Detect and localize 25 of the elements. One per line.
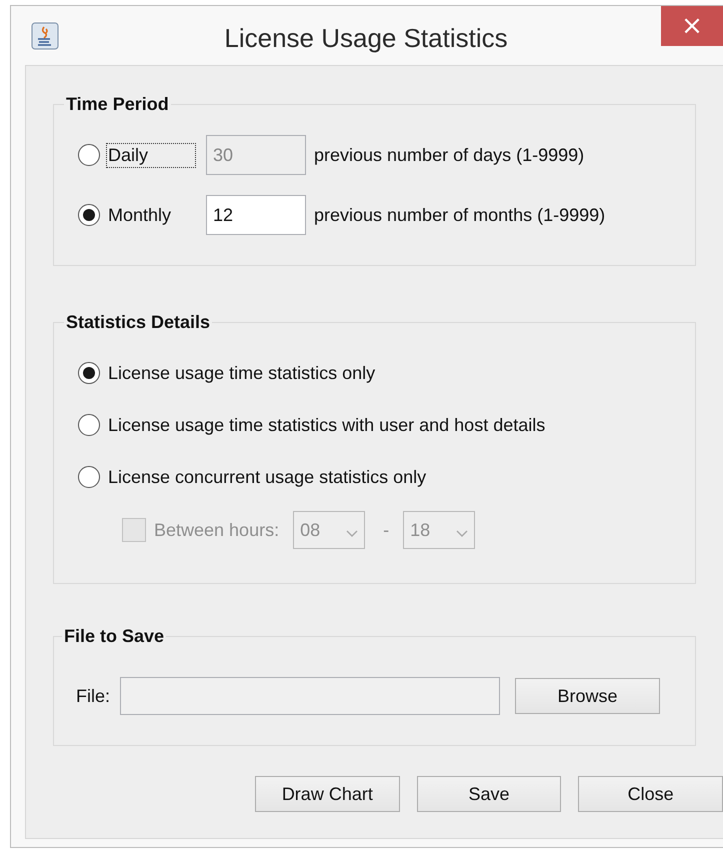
dialog-button[interactable]: Save [416,776,562,812]
window-title: License Usage Statistics [223,23,509,54]
dialog-button[interactable]: Draw Chart [255,776,400,812]
chevron-down-icon [346,530,358,538]
radio-label[interactable]: License usage time statistics with user and host details [108,414,546,436]
radio-button[interactable] [78,362,100,384]
radio-button[interactable] [78,414,100,436]
file-field[interactable] [120,677,500,715]
radio-button[interactable] [78,466,100,488]
number-field[interactable]: 12 [206,195,306,235]
group-title: File to Save [63,626,166,647]
dialog-button[interactable]: Close [578,776,723,812]
browse-button[interactable]: Browse [515,678,660,714]
radio-button[interactable] [78,204,100,226]
field-hint: previous number of days (1-9999) [314,144,584,166]
field-label: File: [76,686,110,706]
group-title: Time Period [65,94,170,115]
field-hint: previous number of months (1-9999) [314,204,606,226]
radio-label[interactable]: License concurrent usage statistics only [108,466,426,488]
close-button[interactable]: × [661,6,723,46]
radio-label[interactable]: Monthly [108,204,194,226]
radio-label[interactable]: License usage time statistics only [108,362,376,384]
range-separator: - [383,520,390,540]
chevron-down-icon [456,530,468,538]
group-title: Statistics Details [65,312,212,333]
